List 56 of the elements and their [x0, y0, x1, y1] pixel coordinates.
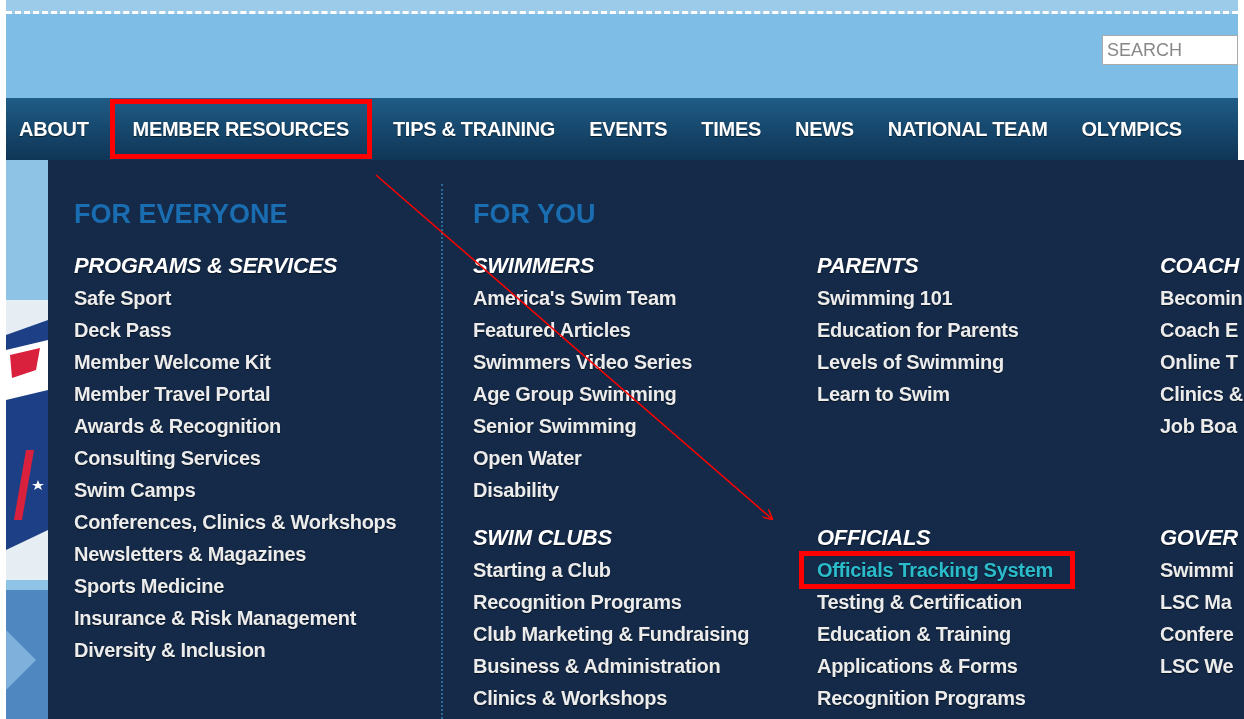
menu-link[interactable]: Sports Medicine: [74, 570, 441, 602]
menu-link[interactable]: Becomin: [1160, 282, 1244, 314]
menu-link[interactable]: Senior Swimming: [473, 410, 817, 442]
menu-link[interactable]: Officials Tracking System: [817, 554, 1160, 586]
menu-link[interactable]: Swimming 101: [817, 282, 1160, 314]
menu-link[interactable]: Testing & Certification: [817, 586, 1160, 618]
section-heading: SWIM CLUBS: [473, 524, 613, 552]
section-heading: OFFICIALS: [817, 524, 932, 552]
nav-item[interactable]: NATIONAL TEAM: [874, 99, 1061, 159]
menu-link[interactable]: Safe Sport: [74, 282, 441, 314]
section-heading: PROGRAMS & SERVICES: [74, 252, 339, 280]
menu-link[interactable]: Member Travel Portal: [74, 378, 441, 410]
menu-link[interactable]: Club Marketing & Fundraising: [473, 618, 817, 650]
menu-link[interactable]: Recognition Programs: [473, 586, 817, 618]
menu-link[interactable]: LSC We: [1160, 650, 1244, 682]
nav-item[interactable]: TIMES: [688, 99, 774, 159]
menu-link[interactable]: Job Boa: [1160, 410, 1244, 442]
nav-item[interactable]: TIPS & TRAINING: [379, 99, 569, 159]
menu-link[interactable]: Newsletters & Magazines: [74, 538, 441, 570]
menu-link[interactable]: Education & Training: [817, 618, 1160, 650]
menu-link[interactable]: LSC Ma: [1160, 586, 1244, 618]
nav-item[interactable]: NEWS: [782, 99, 867, 159]
menu-link[interactable]: Conferences, Clinics & Workshops: [74, 506, 441, 538]
menu-link[interactable]: Applications & Forms: [817, 650, 1160, 682]
nav-item[interactable]: ABOUT: [6, 99, 102, 159]
menu-link[interactable]: Disability: [473, 474, 817, 506]
menu-link[interactable]: Recognition Programs: [817, 682, 1160, 714]
menu-link[interactable]: Featured Articles: [473, 314, 817, 346]
menu-link[interactable]: Clinics &: [1160, 378, 1244, 410]
menu-link[interactable]: Clinics & Workshops: [473, 682, 817, 714]
nav-item[interactable]: OLYMPICS: [1068, 99, 1195, 159]
menu-link[interactable]: Swimmi: [1160, 554, 1244, 586]
menu-link[interactable]: Learn to Swim: [817, 378, 1160, 410]
nav-item[interactable]: MEMBER RESOURCES: [109, 99, 372, 159]
menu-link[interactable]: Open Water: [473, 442, 817, 474]
menu-link[interactable]: Starting a Club: [473, 554, 817, 586]
menu-link[interactable]: Education for Parents: [817, 314, 1160, 346]
menu-link[interactable]: Business & Administration: [473, 650, 817, 682]
section-heading: PARENTS: [817, 252, 920, 280]
nav-item[interactable]: EVENTS: [576, 99, 681, 159]
menu-link[interactable]: Confere: [1160, 618, 1244, 650]
menu-link[interactable]: Deck Pass: [74, 314, 441, 346]
menu-link[interactable]: Consulting Services: [74, 442, 441, 474]
group-heading: FOR YOU: [473, 198, 597, 231]
menu-link[interactable]: Diversity & Inclusion: [74, 634, 441, 666]
search-field[interactable]: SEARCH: [1102, 35, 1238, 65]
menu-link[interactable]: Member Welcome Kit: [74, 346, 441, 378]
section-heading: GOVER: [1160, 524, 1239, 552]
menu-link[interactable]: Awards & Recognition: [74, 410, 441, 442]
menu-link[interactable]: Swim Camps: [74, 474, 441, 506]
menu-link[interactable]: Coach E: [1160, 314, 1244, 346]
menu-link[interactable]: Insurance & Risk Management: [74, 602, 441, 634]
menu-link[interactable]: Online T: [1160, 346, 1244, 378]
section-heading: COACH: [1160, 252, 1241, 280]
menu-link[interactable]: Levels of Swimming: [817, 346, 1160, 378]
group-heading: FOR EVERYONE: [74, 198, 289, 231]
